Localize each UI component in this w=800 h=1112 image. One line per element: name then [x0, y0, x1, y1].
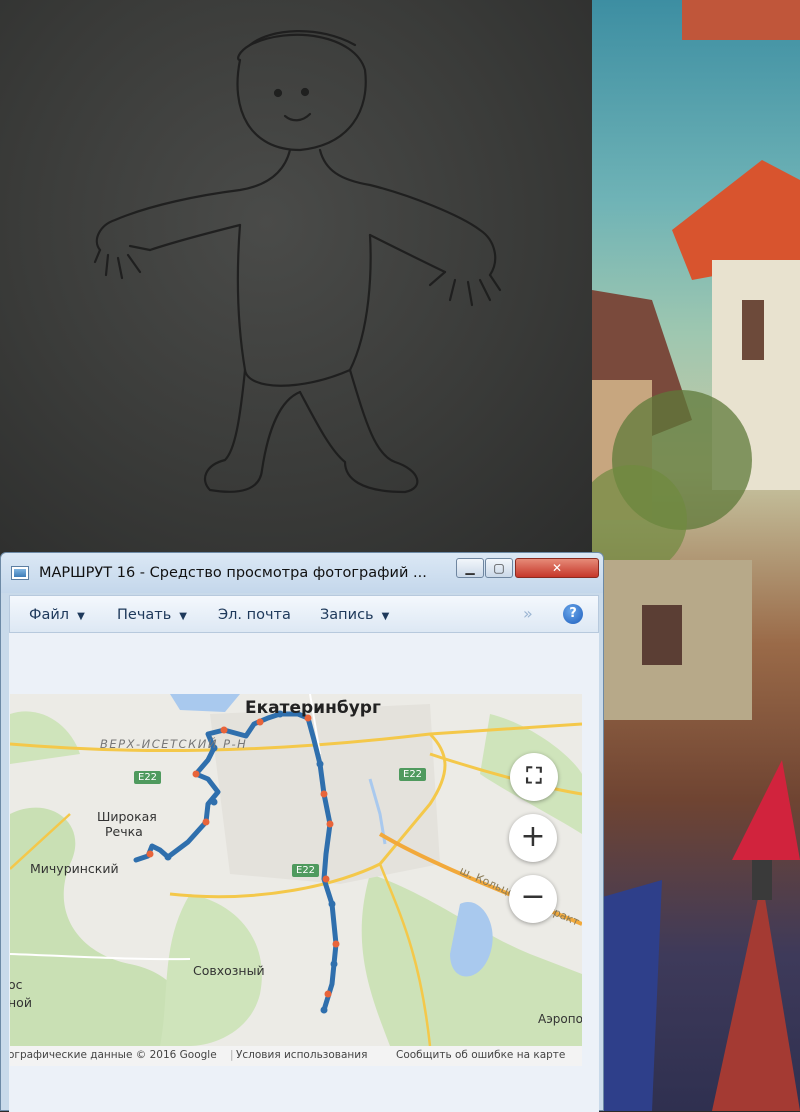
map-label-shirokaya: Широкая — [97, 809, 157, 824]
map-attribution: ографические данные © 2016 Google | Усло… — [10, 1046, 582, 1066]
menu-email[interactable]: Эл. почта — [218, 607, 291, 623]
map-label-city: Екатеринбург — [245, 698, 381, 718]
zoom-in-button[interactable]: + — [509, 814, 557, 862]
road-shield: E22 — [292, 864, 320, 877]
fullscreen-icon[interactable]: ⛶ — [510, 753, 558, 801]
map-label-sovkhozny: Совхозный — [193, 963, 265, 978]
route-map-image: Екатеринбург ВЕРХ-ИСЕТСКИЙ Р-Н Широкая Р… — [10, 694, 582, 1066]
title-bar[interactable]: МАРШРУТ 16 - Средство просмотра фотограф… — [1, 553, 603, 593]
road-shield: E22 — [399, 768, 427, 781]
window-title: МАРШРУТ 16 - Средство просмотра фотограф… — [39, 565, 427, 581]
terms-link[interactable]: Условия использования — [236, 1049, 367, 1061]
menu-record-label: Запись — [320, 607, 374, 623]
maximize-button[interactable]: ▢ — [485, 558, 513, 578]
photo-viewer-app-icon — [11, 566, 29, 580]
map-label-rechka: Речка — [105, 824, 143, 839]
minimize-button[interactable]: ▁ — [456, 558, 484, 578]
report-error-link[interactable]: Сообщить об ошибке на карте — [396, 1049, 565, 1061]
desktop-wallpaper — [592, 0, 800, 1111]
map-label-district: ВЕРХ-ИСЕТСКИЙ Р-Н — [100, 737, 248, 751]
drawing-photo — [0, 0, 592, 556]
map-label-noy: ной — [10, 995, 32, 1010]
map-label-michurinsky: Мичуринский — [30, 861, 119, 876]
dropdown-arrow-icon: ▼ — [179, 611, 187, 622]
road-shield: E22 — [134, 771, 162, 784]
dropdown-arrow-icon: ▼ — [381, 611, 390, 622]
toolbar: Файл ▼ Печать ▼ Эл. почта Запись ▼ » ? — [9, 595, 599, 633]
menu-print-label: Печать — [117, 607, 172, 623]
overflow-chevron-icon[interactable]: » — [523, 604, 533, 623]
stick-figure-drawing — [93, 30, 502, 494]
map-data-credit: ографические данные © 2016 Google — [10, 1049, 217, 1061]
zoom-out-button[interactable]: − — [509, 875, 557, 923]
dropdown-arrow-icon: ▼ — [77, 611, 85, 622]
map-label-ros: ос — [10, 977, 23, 992]
menu-file[interactable]: Файл ▼ — [29, 607, 85, 623]
attribution-divider: | — [230, 1049, 234, 1061]
menu-record[interactable]: Запись ▼ — [320, 607, 389, 623]
close-button[interactable]: ✕ — [515, 558, 599, 578]
painted-town-art — [592, 0, 800, 1111]
menu-file-label: Файл — [29, 607, 70, 623]
help-icon[interactable]: ? — [563, 604, 583, 624]
map-label-airport: Аэропо — [538, 1012, 582, 1026]
menu-print[interactable]: Печать ▼ — [117, 607, 187, 623]
